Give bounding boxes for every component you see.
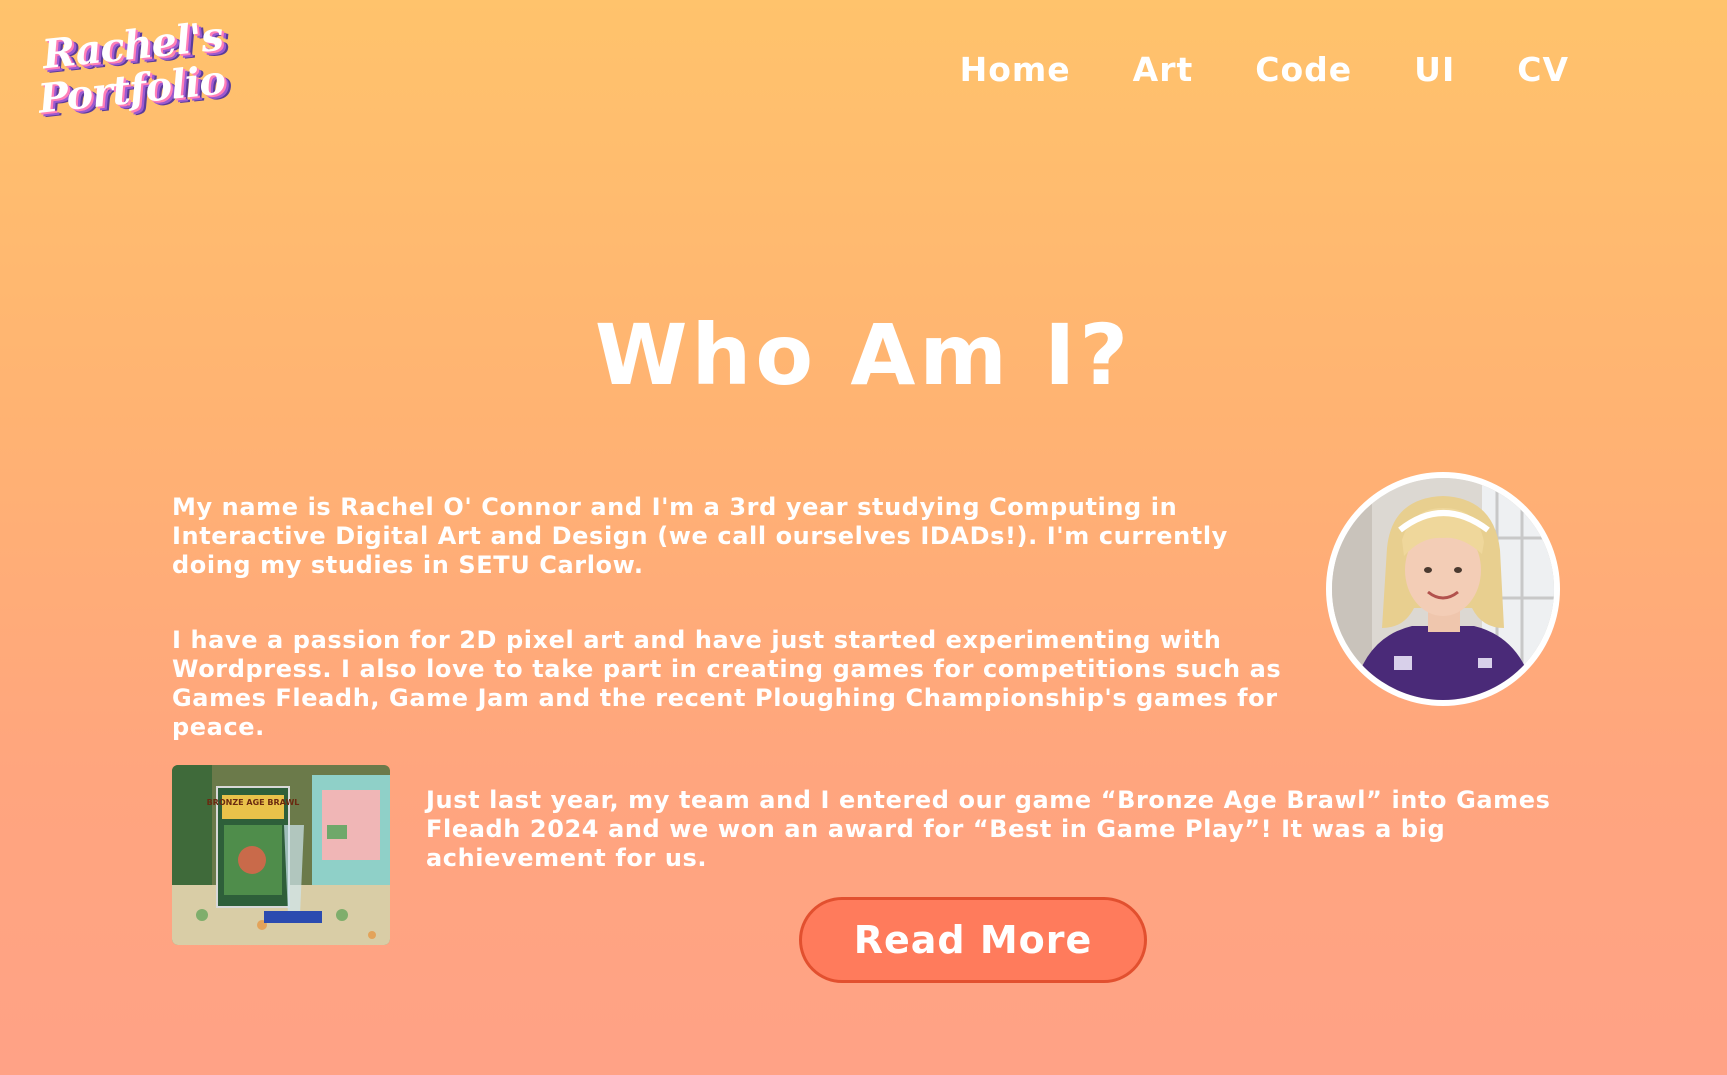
page-title: Who Am I? [594, 306, 1133, 404]
logo-link[interactable]: Rachel's Portfolio [36, 13, 227, 123]
nav-home[interactable]: Home [960, 48, 1071, 92]
read-more-button[interactable]: Read More [799, 897, 1147, 983]
nav-cv[interactable]: CV [1517, 48, 1569, 92]
profile-photo [1326, 472, 1560, 706]
main-nav: Home Art Code UI CV [960, 48, 1569, 92]
intro-paragraph: My name is Rachel O' Connor and I'm a 3r… [172, 493, 1228, 579]
award-paragraph: Just last year, my team and I entered ou… [426, 786, 1551, 872]
nav-art[interactable]: Art [1133, 48, 1194, 92]
award-box-text: BRONZE AGE BRAWL [207, 798, 300, 807]
award-photo: BRONZE AGE BRAWL [172, 765, 390, 945]
nav-ui[interactable]: UI [1414, 48, 1455, 92]
nav-code[interactable]: Code [1255, 48, 1352, 92]
passion-paragraph: I have a passion for 2D pixel art and ha… [172, 626, 1282, 741]
